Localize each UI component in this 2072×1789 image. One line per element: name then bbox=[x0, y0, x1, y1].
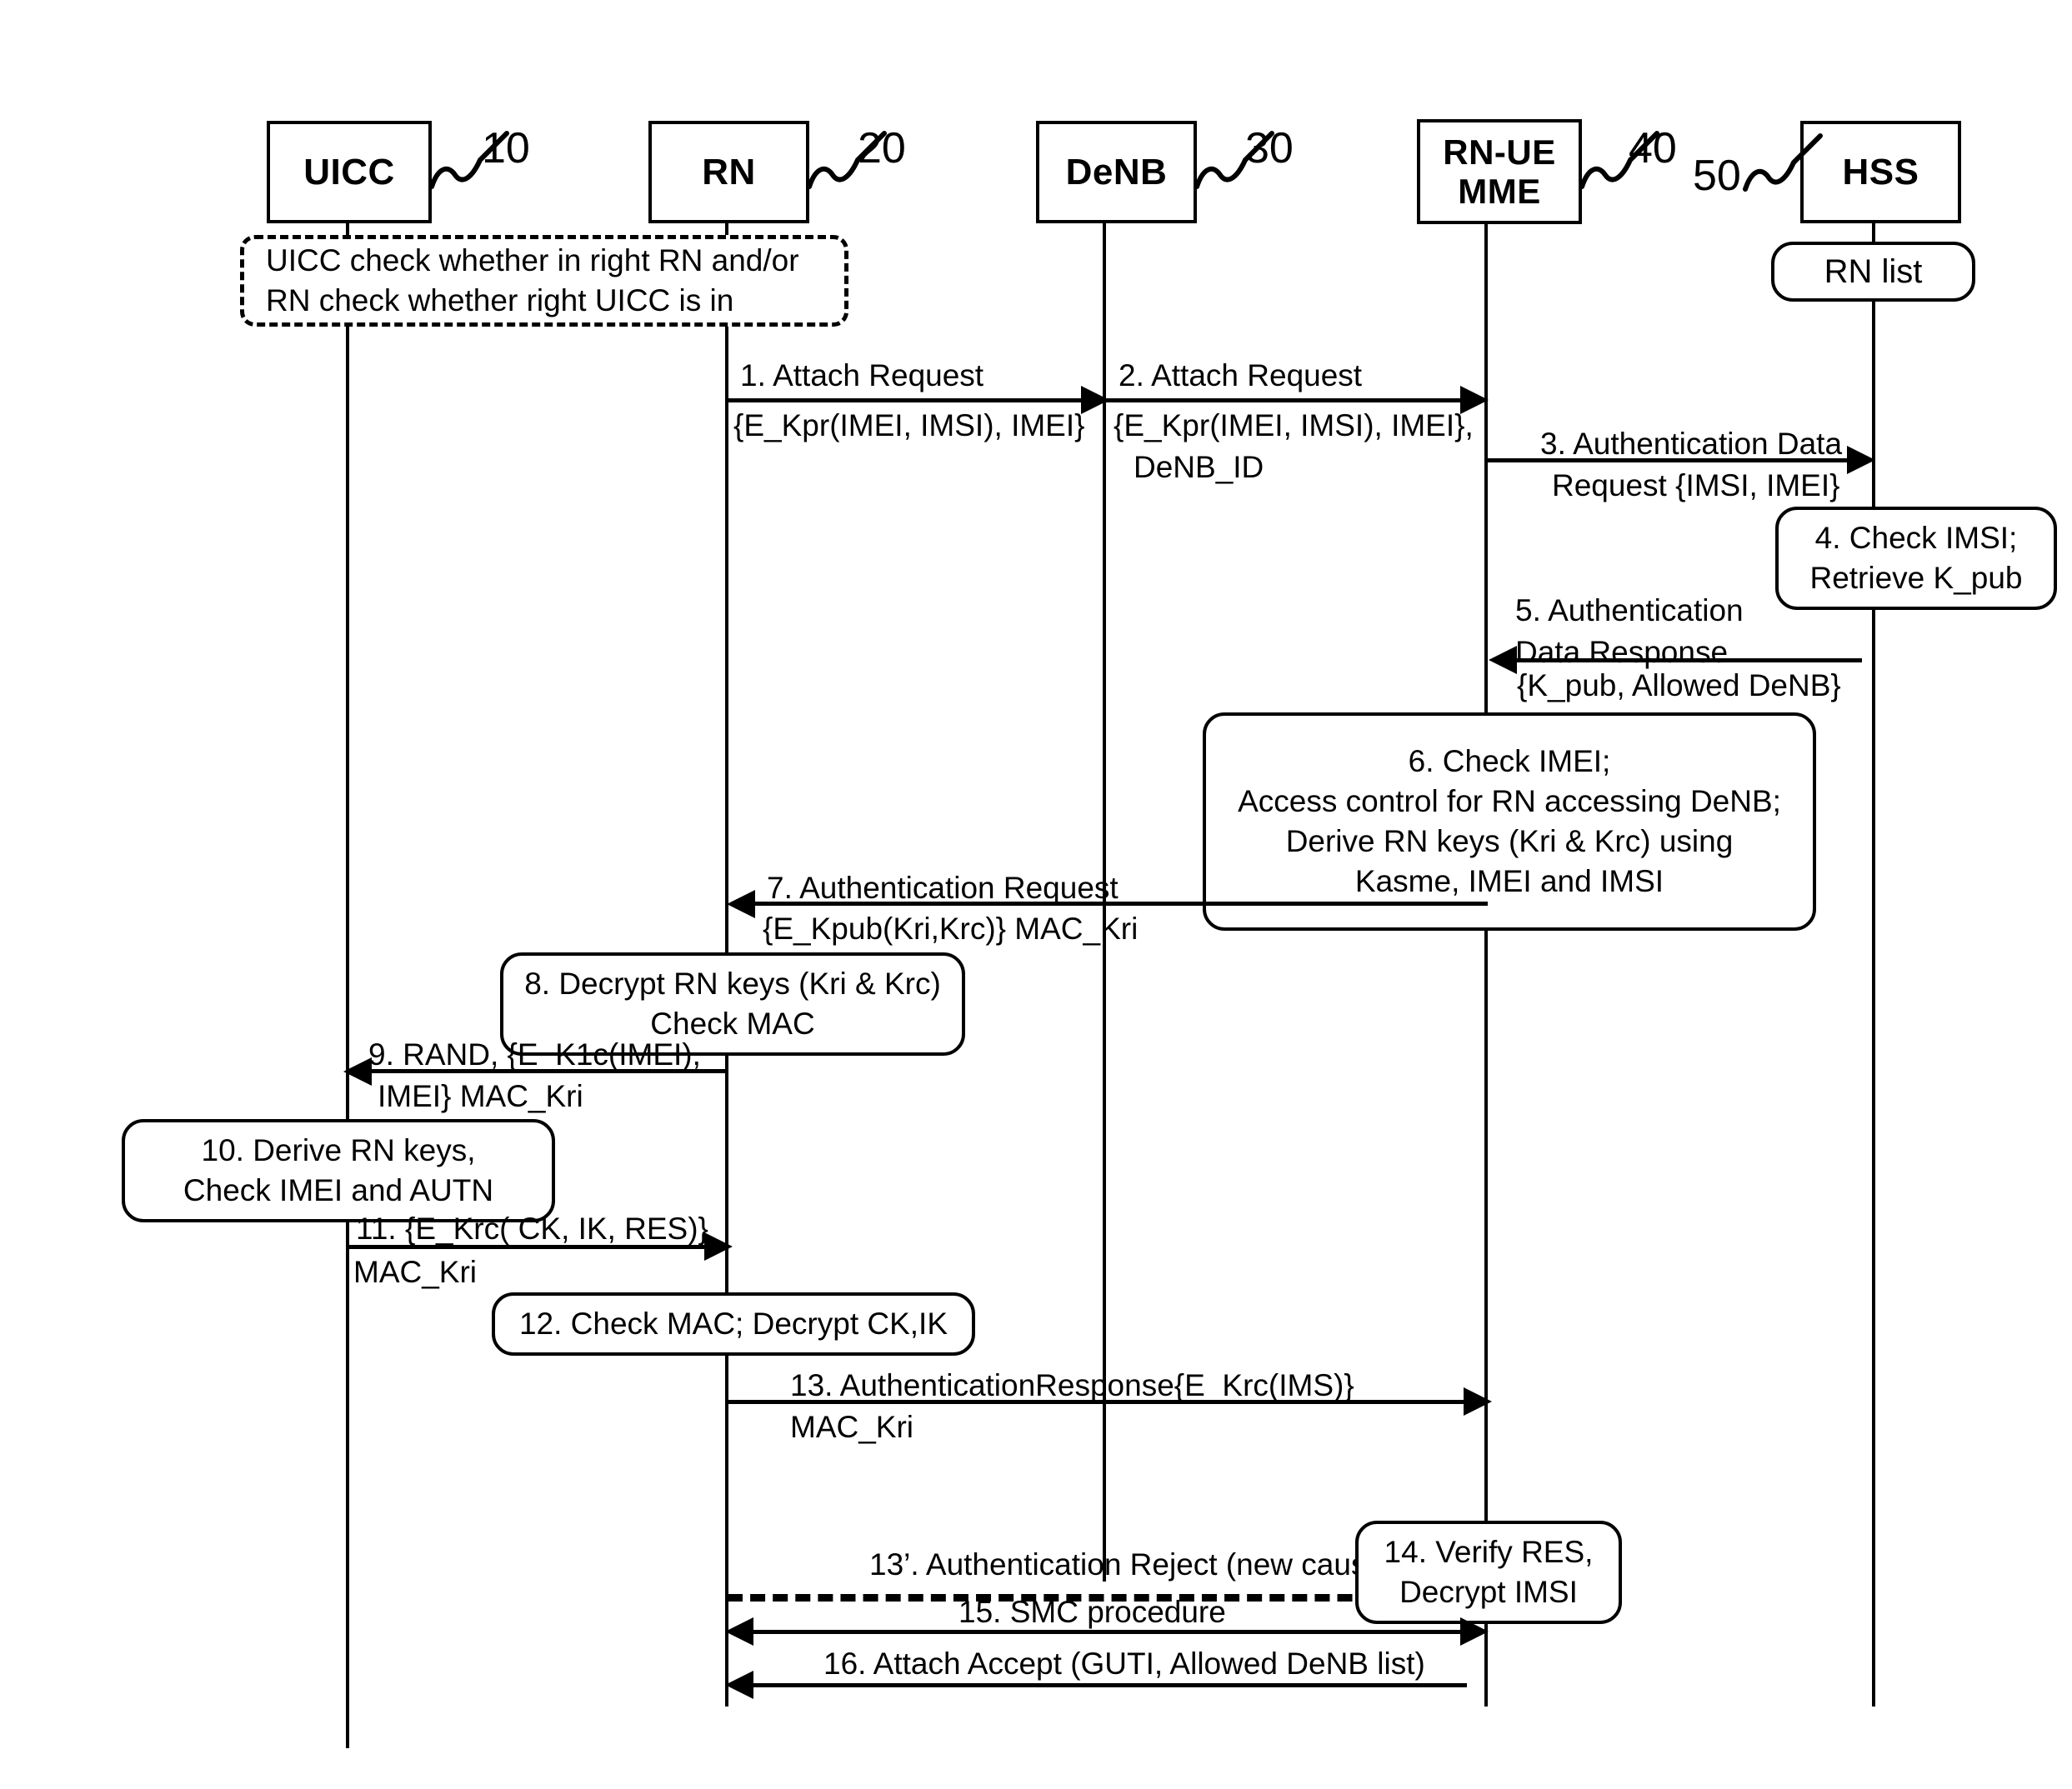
msg-11-title: 11. {E_Krc( CK, IK, RES)} bbox=[356, 1212, 708, 1246]
msg-15-line bbox=[748, 1630, 1465, 1634]
actor-uicc[interactable]: UICC bbox=[267, 121, 432, 223]
actor-rn-label: RN bbox=[702, 151, 756, 192]
note-14-line2: Decrypt IMSI bbox=[1399, 1575, 1578, 1609]
msg-2-line bbox=[1105, 398, 1464, 402]
ref-numeral-10: 10 bbox=[482, 124, 530, 172]
msg-11-line bbox=[348, 1245, 708, 1249]
msg-16-title: 16. Attach Accept (GUTI, Allowed DeNB li… bbox=[823, 1647, 1425, 1681]
msg-15-title: 15. SMC procedure bbox=[958, 1595, 1226, 1629]
msg-11-sub1: MAC_Kri bbox=[353, 1255, 478, 1289]
note-precheck-line1: UICC check whether in right RN and/or bbox=[266, 242, 799, 277]
msg-2-sub1: {E_Kpr(IMEI, IMSI), IMEI}, bbox=[1114, 408, 1474, 442]
msg-16-line bbox=[748, 1683, 1467, 1687]
msg-13-arrowhead bbox=[1464, 1387, 1492, 1416]
msg-1-sub1: {E_Kpr(IMEI, IMSI), IMEI} bbox=[733, 408, 1085, 442]
msg-15-arrowhead-right bbox=[1460, 1617, 1489, 1646]
actor-denb-label: DeNB bbox=[1065, 151, 1168, 192]
note-precheck: UICC check whether in right RN and/or RN… bbox=[240, 235, 848, 327]
msg-9-arrowhead bbox=[343, 1057, 372, 1086]
msg-1-title: 1. Attach Request bbox=[740, 358, 984, 392]
lifeline-uicc bbox=[346, 215, 349, 1748]
actor-denb[interactable]: DeNB bbox=[1036, 121, 1197, 223]
note-6-line4: Kasme, IMEI and IMSI bbox=[1354, 864, 1664, 899]
msg-11-arrowhead bbox=[704, 1232, 733, 1261]
lifeline-hss bbox=[1872, 215, 1875, 1707]
note-10-derive-rn-keys: 10. Derive RN keys, Check IMEI and AUTN bbox=[122, 1119, 555, 1222]
note-12-line1: 12. Check MAC; Decrypt CK,IK bbox=[518, 1306, 948, 1341]
ref-numeral-40: 40 bbox=[1629, 124, 1677, 172]
ref-numeral-30: 30 bbox=[1245, 124, 1294, 172]
msg-5-sub1: {K_pub, Allowed DeNB} bbox=[1517, 668, 1841, 702]
note-10-line2: Check IMEI and AUTN bbox=[183, 1173, 494, 1207]
note-rn-list-label: RN list bbox=[1824, 253, 1923, 290]
msg-3-arrowhead bbox=[1847, 446, 1875, 474]
msg-2-sub2: DeNB_ID bbox=[1134, 450, 1264, 484]
msg-3-line bbox=[1487, 458, 1849, 462]
actor-mme[interactable]: RN-UE MME bbox=[1417, 119, 1582, 224]
note-rn-list: RN list bbox=[1771, 242, 1975, 302]
actor-mme-label-line1: RN-UE bbox=[1443, 132, 1556, 172]
msg-3-title: 3. Authentication Data bbox=[1540, 427, 1843, 461]
note-12-check-mac: 12. Check MAC; Decrypt CK,IK bbox=[492, 1292, 975, 1356]
msg-9-line bbox=[368, 1069, 728, 1073]
note-4-line1: 4. Check IMSI; bbox=[1814, 520, 2018, 555]
msg-9-title: 9. RAND, {E_K1c(IMEI), bbox=[368, 1037, 701, 1072]
sequence-diagram-canvas: UICC RN DeNB RN-UE MME HSS 10 20 30 40 5… bbox=[0, 0, 2072, 1789]
msg-7-arrowhead bbox=[727, 890, 755, 918]
actor-mme-label-line2: MME bbox=[1458, 172, 1541, 211]
note-6-mme-processing: 6. Check IMEI; Access control for RN acc… bbox=[1203, 712, 1816, 931]
note-4-line2: Retrieve K_pub bbox=[1809, 561, 2023, 595]
msg-13-title: 13. AuthenticationResponse{E_Krc(IMS)} bbox=[790, 1368, 1354, 1402]
msg-3-sub1: Request {IMSI, IMEI} bbox=[1552, 468, 1840, 502]
note-8-line1: 8. Decrypt RN keys (Kri & Krc) bbox=[524, 966, 941, 1001]
note-precheck-line2: RN check whether right UICC is in bbox=[266, 283, 734, 317]
msg-5-line bbox=[1512, 658, 1862, 662]
note-14-verify-res: 14. Verify RES, Decrypt IMSI bbox=[1355, 1521, 1622, 1624]
msg-5-arrowhead bbox=[1489, 646, 1517, 674]
msg-7-sub1: {E_Kpub(Kri,Krc)} MAC_Kri bbox=[763, 912, 1139, 946]
msg-13prime-title: 13’. Authentication Reject (new cause) bbox=[869, 1547, 1394, 1582]
msg-5-title2: Data Response bbox=[1515, 635, 1729, 669]
msg-1-line bbox=[727, 398, 1085, 402]
note-10-line1: 10. Derive RN keys, bbox=[201, 1132, 476, 1167]
note-4-check-imsi: 4. Check IMSI; Retrieve K_pub bbox=[1775, 507, 2057, 610]
msg-13-line bbox=[728, 1400, 1469, 1404]
note-6-line3: Derive RN keys (Kri & Krc) using bbox=[1285, 824, 1734, 858]
note-14-line1: 14. Verify RES, bbox=[1384, 1534, 1594, 1569]
msg-7-line bbox=[750, 902, 1488, 906]
note-6-line1: 6. Check IMEI; bbox=[1408, 743, 1611, 778]
actor-hss-label: HSS bbox=[1842, 151, 1919, 192]
leader-squiggle-50 bbox=[1743, 133, 1823, 192]
msg-13-sub1: MAC_Kri bbox=[790, 1410, 914, 1444]
lifeline-mme bbox=[1484, 215, 1488, 1707]
msg-9-sub1: IMEI} MAC_Kri bbox=[378, 1079, 583, 1113]
note-6-line2: Access control for RN accessing DeNB; bbox=[1238, 783, 1781, 818]
ref-numeral-20: 20 bbox=[858, 124, 906, 172]
actor-rn[interactable]: RN bbox=[648, 121, 809, 223]
msg-5-title: 5. Authentication bbox=[1515, 593, 1744, 627]
msg-16-arrowhead bbox=[725, 1671, 753, 1699]
msg-2-title: 2. Attach Request bbox=[1119, 358, 1363, 392]
msg-15-arrowhead-left bbox=[725, 1617, 753, 1646]
actor-uicc-label: UICC bbox=[303, 151, 395, 192]
ref-numeral-50: 50 bbox=[1693, 152, 1741, 200]
